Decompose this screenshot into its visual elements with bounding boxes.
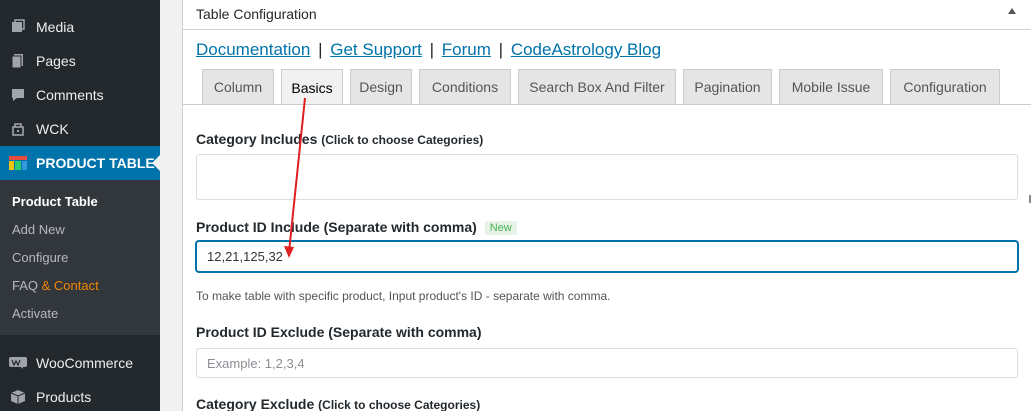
- product-id-include-help: To make table with specific product, Inp…: [196, 289, 611, 303]
- tabs-divider: [183, 104, 1031, 105]
- table-configuration-panel: Table Configuration Documentation | Get …: [182, 0, 1031, 411]
- products-icon: [0, 389, 36, 405]
- tab-basics[interactable]: Basics: [281, 69, 343, 105]
- tab-search-box-and-filter[interactable]: Search Box And Filter: [518, 69, 676, 104]
- get-support-link[interactable]: Get Support: [330, 40, 422, 59]
- sidebar-item-label: PRODUCT TABLE: [36, 155, 155, 171]
- pages-icon: [0, 53, 36, 69]
- link-separator: |: [498, 40, 504, 59]
- contact-label: & Contact: [41, 278, 99, 293]
- media-icon: [0, 19, 36, 35]
- tab-pagination[interactable]: Pagination: [683, 69, 772, 104]
- input-placeholder: Example: 1,2,3,4: [207, 355, 305, 371]
- woocommerce-icon: [0, 357, 36, 369]
- comments-icon: [0, 87, 36, 103]
- tab-column[interactable]: Column: [202, 69, 274, 104]
- sidebar-item-label: Pages: [36, 53, 76, 69]
- sidebar-item-label: Products: [36, 389, 92, 405]
- category-includes-label: Category Includes (Click to choose Categ…: [196, 131, 483, 147]
- sidebar-item-product-table[interactable]: PRODUCT TABLE: [0, 146, 160, 180]
- product-id-include-input[interactable]: 12,21,125,32: [196, 241, 1018, 272]
- documentation-link[interactable]: Documentation: [196, 40, 310, 59]
- field-hint: (Click to choose Categories): [318, 398, 481, 411]
- field-label-text: Category Exclude: [196, 396, 315, 411]
- field-label-text: Category Includes: [196, 131, 318, 147]
- sidebar-item-pages[interactable]: Pages: [0, 44, 160, 78]
- sidebar-item-woocommerce[interactable]: WooCommerce: [0, 346, 160, 380]
- wck-icon: [0, 121, 36, 137]
- sidebar-item-products[interactable]: Products: [0, 380, 160, 411]
- sidebar-item-label: WooCommerce: [36, 355, 133, 371]
- tab-conditions[interactable]: Conditions: [419, 69, 511, 104]
- panel-header: Table Configuration: [183, 0, 1031, 30]
- product-id-exclude-label: Product ID Exclude (Separate with comma): [196, 324, 482, 340]
- submenu-add-new[interactable]: Add New: [12, 222, 65, 237]
- sidebar-item-label: Comments: [36, 87, 104, 103]
- link-separator: |: [429, 40, 435, 59]
- product-table-icon: [0, 156, 36, 170]
- submenu-configure[interactable]: Configure: [12, 250, 68, 265]
- collapse-arrow-icon[interactable]: [1008, 8, 1016, 14]
- product-table-submenu: Product Table Add New Configure FAQ & Co…: [0, 180, 160, 335]
- product-id-exclude-input[interactable]: Example: 1,2,3,4: [196, 348, 1018, 378]
- field-label-text: Product ID Include (Separate with comma): [196, 219, 477, 235]
- tab-mobile-issue[interactable]: Mobile Issue: [779, 69, 883, 104]
- tab-design[interactable]: Design: [350, 69, 412, 104]
- tab-configuration[interactable]: Configuration: [890, 69, 1000, 104]
- forum-link[interactable]: Forum: [442, 40, 491, 59]
- new-badge: New: [484, 221, 517, 235]
- submenu-product-table[interactable]: Product Table: [12, 194, 98, 209]
- sidebar-item-wck[interactable]: WCK: [0, 112, 160, 146]
- faq-label: FAQ: [12, 278, 39, 293]
- category-includes-select[interactable]: [196, 154, 1018, 200]
- panel-title: Table Configuration: [196, 6, 317, 22]
- sidebar-item-label: Media: [36, 19, 75, 35]
- submenu-faq-contact[interactable]: FAQ & Contact: [12, 278, 99, 293]
- blog-link[interactable]: CodeAstrology Blog: [511, 40, 661, 59]
- link-separator: |: [318, 40, 323, 59]
- input-value: 12,21,125,32: [207, 249, 283, 264]
- category-exclude-label: Category Exclude (Click to choose Catego…: [196, 396, 480, 411]
- sidebar-item-comments[interactable]: Comments: [0, 78, 160, 112]
- sidebar-item-media[interactable]: Media: [0, 10, 160, 44]
- help-links: Documentation | Get Support | Forum | Co…: [196, 40, 661, 60]
- sidebar-item-label: WCK: [36, 121, 69, 137]
- admin-sidebar: Media Pages Comments WCK PRODUCT TABLE P…: [0, 0, 160, 411]
- submenu-activate[interactable]: Activate: [12, 306, 58, 321]
- product-id-include-label: Product ID Include (Separate with comma)…: [196, 219, 517, 235]
- field-hint: (Click to choose Categories): [321, 133, 484, 147]
